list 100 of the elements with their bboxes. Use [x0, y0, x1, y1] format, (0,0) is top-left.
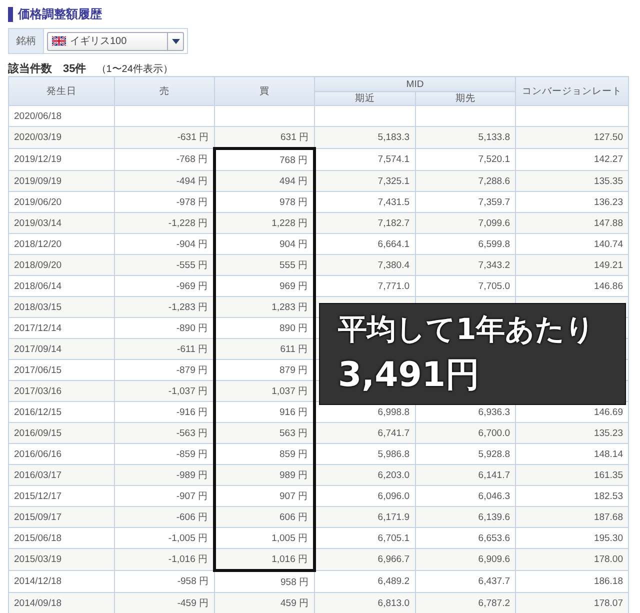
table-cell: 2016/06/16 [14, 448, 62, 460]
table-cell: 7,325.1 [378, 176, 410, 186]
table-cell: 890 円 [280, 322, 308, 334]
symbol-select[interactable]: イギリス100 [47, 32, 184, 50]
table-cell: 2020/03/19 [14, 132, 62, 143]
table-cell: 6,437.7 [478, 576, 510, 587]
table-cell: 7,431.5 [378, 196, 410, 208]
table-cell: 6,966.7 [378, 554, 410, 565]
table-cell: -611 円 [177, 344, 208, 354]
table-cell: 7,380.4 [378, 260, 410, 270]
table-cell: 6,741.7 [378, 428, 410, 438]
table-cell: 2015/09/17 [14, 512, 62, 522]
table-cell: 1,037 円 [272, 386, 308, 396]
table-cell: -768 円 [176, 154, 208, 165]
table-cell: 904 円 [280, 238, 308, 250]
table-cell: 7,288.6 [478, 176, 510, 186]
table-cell: 2016/09/15 [14, 428, 62, 438]
table-cell: 6,139.6 [478, 512, 510, 522]
table-cell: 859 円 [280, 448, 308, 460]
table-cell: 7,359.7 [478, 196, 510, 208]
table-cell: 2014/12/18 [14, 576, 62, 587]
table-cell: 5,133.8 [478, 132, 510, 143]
table-cell: 555 円 [280, 260, 308, 270]
table-cell: 146.86 [594, 280, 623, 292]
table-cell: 147.88 [594, 218, 623, 228]
table-cell: 459 円 [280, 598, 309, 608]
table-cell: 6,653.6 [478, 532, 510, 544]
table-cell: 6,705.1 [378, 532, 410, 544]
table-cell: 7,705.0 [478, 280, 510, 292]
table-cell: 5,928.8 [478, 448, 510, 460]
table-cell: 178.00 [594, 554, 623, 565]
table-cell: -1,283 円 [168, 302, 208, 312]
table-cell: 989 円 [280, 470, 308, 480]
table-cell: 6,171.9 [378, 512, 410, 522]
table-cell: 2019/06/20 [14, 196, 62, 208]
table-cell: 142.27 [594, 154, 623, 165]
table-cell: 631 円 [280, 132, 309, 142]
table-cell: 182.53 [594, 490, 623, 502]
table-cell: 148.14 [594, 448, 623, 460]
table-cell: -563 円 [176, 428, 208, 438]
table-cell: 135.35 [594, 176, 623, 186]
table-cell: 6,813.0 [378, 598, 410, 608]
title-bar-icon [8, 6, 13, 22]
column-header: MID [314, 76, 516, 92]
table-cell: -555 円 [176, 260, 208, 270]
table-cell: 2018/03/15 [14, 302, 62, 312]
table-cell: 2019/12/19 [14, 154, 62, 165]
table-cell: 606 円 [280, 512, 308, 522]
column-header: 期先 [415, 92, 516, 106]
table-cell: 135.23 [594, 428, 623, 438]
table-cell: 1,005 円 [272, 532, 308, 544]
table-cell: 5,986.8 [378, 448, 410, 460]
table-cell: 2016/12/15 [14, 406, 62, 418]
table-cell: 187.68 [594, 512, 623, 522]
table-cell: -969 円 [176, 280, 208, 292]
table-cell: -989 円 [176, 470, 208, 480]
table-cell: 494 円 [280, 176, 308, 186]
table-cell: 7,574.1 [378, 154, 410, 165]
table-cell: 1,228 円 [272, 218, 308, 228]
table-cell: 2018/12/20 [14, 238, 62, 250]
column-header: 期近 [314, 92, 415, 106]
table-cell: 563 円 [280, 428, 308, 438]
table-cell: 6,998.8 [378, 406, 410, 418]
table-cell: 2017/12/14 [14, 322, 62, 334]
table-cell: 178.07 [594, 598, 623, 608]
table-cell: -907 円 [176, 490, 208, 502]
table-cell: -978 円 [176, 196, 208, 208]
table-cell: 6,787.2 [478, 598, 510, 608]
table-cell: 5,183.3 [378, 132, 410, 143]
table-cell: 768 円 [280, 154, 308, 166]
table-cell: -1,037 円 [168, 386, 208, 396]
table-cell: -958 円 [177, 576, 209, 587]
callout-amount: 3,491円 [338, 354, 480, 397]
table-cell: -459 円 [177, 598, 209, 608]
table-cell: 7,520.1 [478, 154, 510, 165]
table-cell: 6,141.7 [478, 470, 510, 480]
table-cell: 2015/06/18 [14, 532, 62, 544]
table-cell: 1,016 円 [272, 554, 308, 564]
table-cell: 146.69 [594, 406, 623, 418]
table-cell: 140.74 [594, 238, 623, 250]
table-cell: 6,909.6 [478, 554, 510, 565]
caret-icon [172, 38, 180, 44]
table-cell: -904 円 [176, 238, 208, 250]
table-cell: 6,664.1 [378, 238, 410, 250]
column-header: コンバージョンレート [516, 76, 628, 106]
table-cell: 127.50 [594, 132, 623, 143]
table-cell: -1,005 円 [168, 532, 208, 544]
table-cell: 136.23 [594, 196, 623, 208]
table-cell: 2018/06/14 [14, 280, 62, 292]
table-cell: -916 円 [176, 406, 208, 418]
table-cell: 6,700.0 [478, 428, 510, 438]
table-cell: -494 円 [176, 176, 208, 186]
flag-icon [52, 36, 66, 46]
table-cell: -1,016 円 [168, 554, 208, 565]
callout-text: 平均して1年あたり [338, 311, 596, 348]
table-cell: 195.30 [594, 532, 623, 544]
table-cell: 916 円 [280, 406, 308, 418]
table-cell: 2016/03/17 [14, 470, 62, 480]
table-cell: 6,046.3 [478, 490, 510, 502]
table-cell: 149.21 [594, 260, 623, 270]
